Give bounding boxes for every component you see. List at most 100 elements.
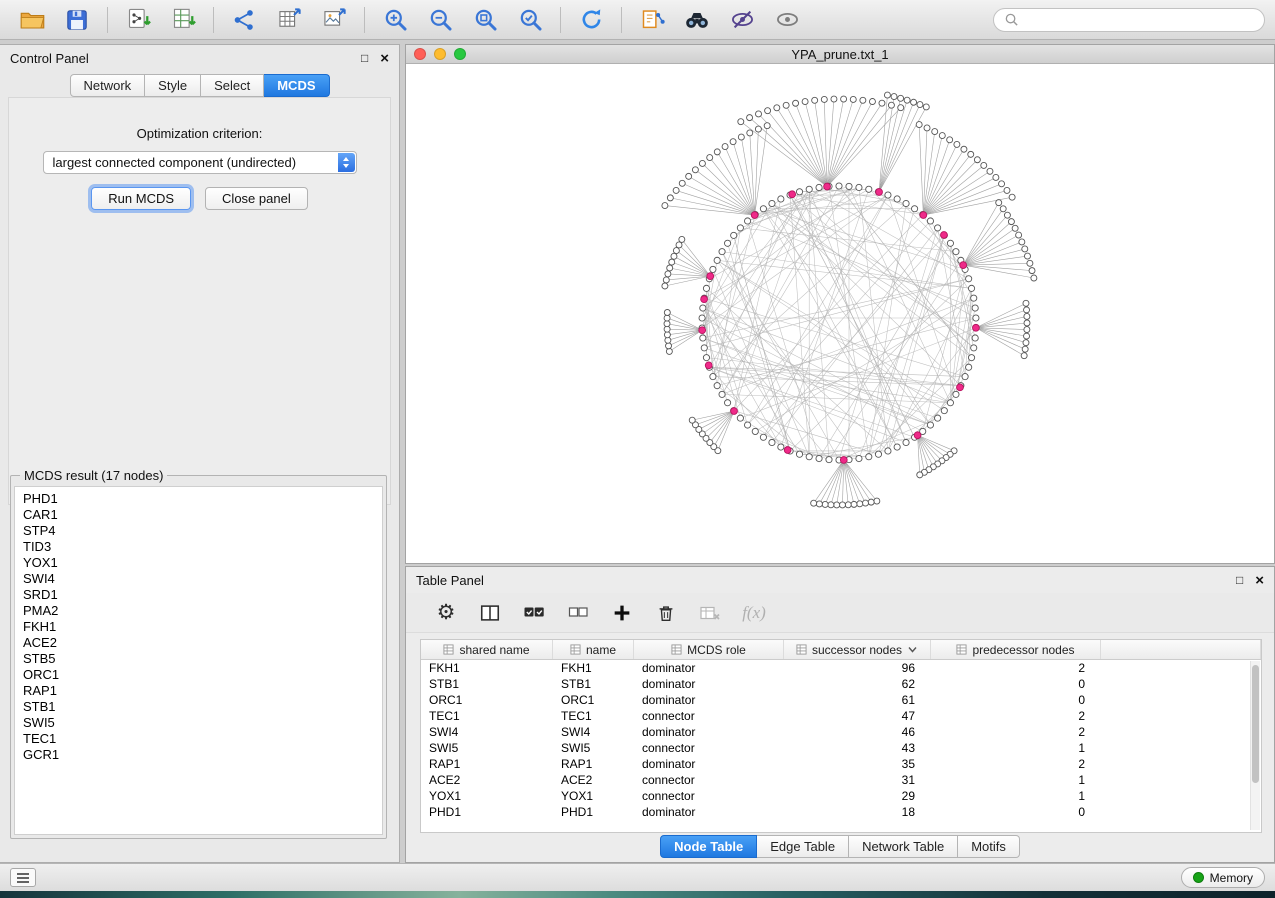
import-network-button[interactable] [116, 4, 160, 36]
mcds-result-item[interactable]: ACE2 [23, 635, 382, 651]
new-table-button[interactable] [267, 4, 311, 36]
float-table-panel-icon[interactable]: □ [1236, 573, 1243, 587]
show-all-button[interactable] [765, 4, 809, 36]
table-row[interactable]: FKH1FKH1dominator962 [421, 660, 1261, 676]
delete-table-icon [698, 601, 722, 625]
add-column-button[interactable] [610, 601, 634, 625]
mcds-result-item[interactable]: CAR1 [23, 507, 382, 523]
table-panel-title: Table Panel [416, 573, 484, 588]
table-row[interactable]: PHD1PHD1dominator180 [421, 804, 1261, 820]
deselect-all-rows-button[interactable] [566, 601, 590, 625]
table-scrollbar[interactable] [1250, 661, 1260, 830]
tab-network-table[interactable]: Network Table [849, 835, 958, 858]
mcds-result-item[interactable]: SRD1 [23, 587, 382, 603]
status-menu-button[interactable] [10, 868, 36, 887]
zoom-in-button[interactable] [373, 4, 417, 36]
tab-select[interactable]: Select [201, 74, 264, 97]
mcds-result-item[interactable]: FKH1 [23, 619, 382, 635]
close-window-icon[interactable] [414, 48, 426, 60]
save-session-button[interactable] [55, 4, 99, 36]
mcds-result-item[interactable]: STB1 [23, 699, 382, 715]
table-row[interactable]: SWI4SWI4dominator462 [421, 724, 1261, 740]
tab-motifs[interactable]: Motifs [958, 835, 1020, 858]
mcds-result-item[interactable]: STP4 [23, 523, 382, 539]
column-header-name[interactable]: name [553, 640, 634, 659]
import-table-button[interactable] [161, 4, 205, 36]
run-mcds-button[interactable]: Run MCDS [91, 187, 191, 210]
copy-network-style-button[interactable] [630, 4, 674, 36]
dropdown-selected-value: largest connected component (undirected) [53, 155, 297, 170]
mcds-result-item[interactable]: TID3 [23, 539, 382, 555]
function-builder-button[interactable]: f(x) [742, 601, 766, 625]
tab-style[interactable]: Style [145, 74, 201, 97]
mcds-result-item[interactable]: YOX1 [23, 555, 382, 571]
network-window-titlebar[interactable]: YPA_prune.txt_1 [406, 45, 1274, 64]
table-cell: RAP1 [421, 757, 553, 771]
table-cell: PHD1 [553, 805, 634, 819]
table-row[interactable]: SWI5SWI5connector431 [421, 740, 1261, 756]
zoom-fit-button[interactable] [463, 4, 507, 36]
column-header-predecessor-nodes[interactable]: predecessor nodes [931, 640, 1101, 659]
tab-edge-table[interactable]: Edge Table [757, 835, 849, 858]
trash-icon [655, 602, 677, 624]
search-network-button[interactable] [675, 4, 719, 36]
mcds-result-item[interactable]: ORC1 [23, 667, 382, 683]
minimize-window-icon[interactable] [434, 48, 446, 60]
zoom-out-button[interactable] [418, 4, 462, 36]
search-input[interactable] [1025, 13, 1254, 27]
memory-button[interactable]: Memory [1181, 867, 1265, 888]
zoom-selected-button[interactable] [508, 4, 552, 36]
new-network-button[interactable] [222, 4, 266, 36]
tab-mcds[interactable]: MCDS [264, 74, 329, 97]
table-panel-header: Table Panel □ × [406, 567, 1274, 593]
maximize-window-icon[interactable] [454, 48, 466, 60]
hide-selected-button[interactable] [720, 4, 764, 36]
refresh-icon [578, 6, 605, 33]
table-row[interactable]: YOX1YOX1connector291 [421, 788, 1261, 804]
table-cell: connector [634, 709, 784, 723]
tab-node-table[interactable]: Node Table [660, 835, 757, 858]
mcds-result-item[interactable]: RAP1 [23, 683, 382, 699]
table-settings-button[interactable]: ⚙ [434, 601, 458, 625]
delete-column-button[interactable] [654, 601, 678, 625]
column-header-successor-nodes[interactable]: successor nodes [784, 640, 931, 659]
table-row[interactable]: ORC1ORC1dominator610 [421, 692, 1261, 708]
mcds-result-item[interactable]: STB5 [23, 651, 382, 667]
table-cell: connector [634, 741, 784, 755]
mcds-result-item[interactable]: SWI4 [23, 571, 382, 587]
optimization-dropdown[interactable]: largest connected component (undirected) [43, 151, 357, 174]
chevron-down-icon [907, 644, 918, 655]
search-box[interactable] [993, 8, 1265, 32]
mcds-result-item[interactable]: SWI5 [23, 715, 382, 731]
float-panel-icon[interactable]: □ [361, 51, 368, 65]
table-scrollbar-thumb[interactable] [1252, 665, 1259, 783]
column-menu-icon [796, 644, 807, 655]
mcds-result-list[interactable]: PHD1CAR1STP4TID3YOX1SWI4SRD1PMA2FKH1ACE2… [14, 486, 383, 835]
delete-table-button[interactable] [698, 601, 722, 625]
table-row[interactable]: STB1STB1dominator620 [421, 676, 1261, 692]
close-panel-button[interactable]: Close panel [205, 187, 308, 210]
column-header-mcds-role[interactable]: MCDS role [634, 640, 784, 659]
table-row[interactable]: TEC1TEC1connector472 [421, 708, 1261, 724]
table-cell: RAP1 [553, 757, 634, 771]
mcds-result-item[interactable]: PMA2 [23, 603, 382, 619]
dropdown-stepper-icon[interactable] [338, 153, 355, 172]
column-menu-icon [671, 644, 682, 655]
mcds-result-item[interactable]: TEC1 [23, 731, 382, 747]
table-cell: 2 [931, 709, 1101, 723]
refresh-layout-button[interactable] [569, 4, 613, 36]
mcds-result-item[interactable]: GCR1 [23, 747, 382, 763]
show-columns-button[interactable] [478, 601, 502, 625]
table-row[interactable]: RAP1RAP1dominator352 [421, 756, 1261, 772]
close-panel-icon[interactable]: × [380, 51, 389, 66]
table-row[interactable]: ACE2ACE2connector311 [421, 772, 1261, 788]
select-all-rows-button[interactable] [522, 601, 546, 625]
export-image-button[interactable] [312, 4, 356, 36]
tab-network[interactable]: Network [69, 74, 145, 97]
column-header-shared-name[interactable]: shared name [421, 640, 553, 659]
close-table-panel-icon[interactable]: × [1255, 573, 1264, 588]
column-menu-icon [443, 644, 454, 655]
mcds-result-item[interactable]: PHD1 [23, 491, 382, 507]
network-canvas[interactable] [406, 64, 1274, 563]
open-file-button[interactable] [10, 4, 54, 36]
